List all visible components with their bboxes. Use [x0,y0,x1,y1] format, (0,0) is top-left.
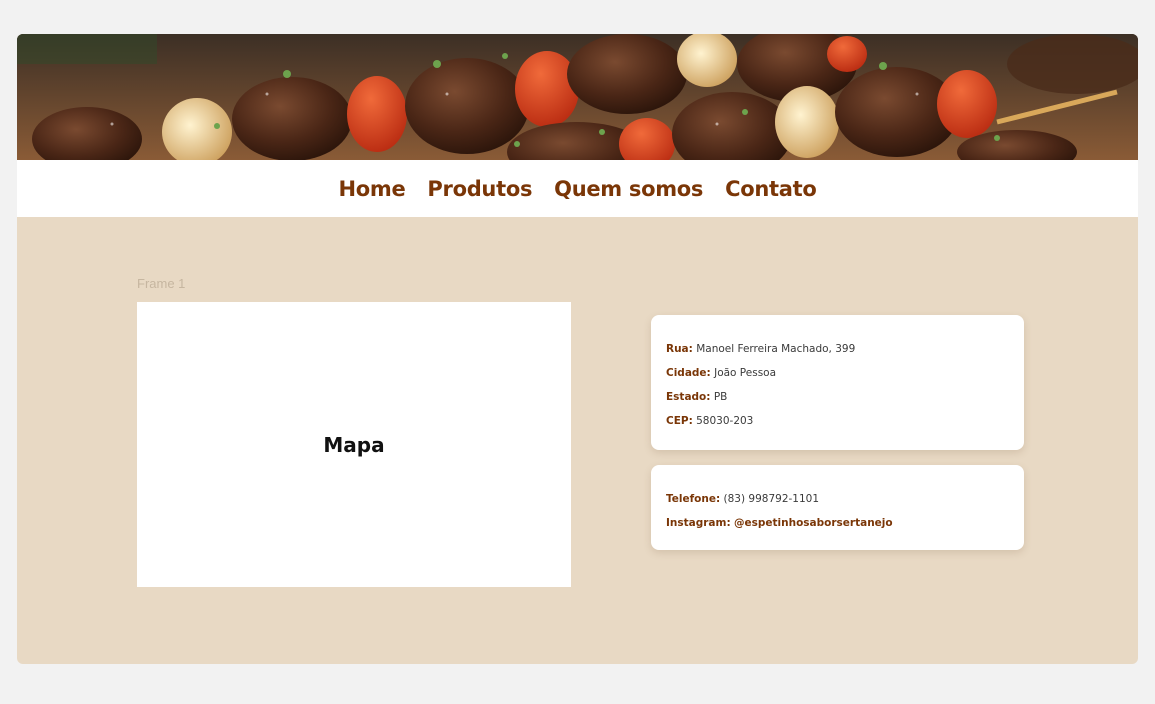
instagram-row: Instagram: @espetinhosaborsertanejo [666,511,1009,535]
phone-key: Telefone: [666,493,721,505]
state-value: PB [713,391,728,403]
state-row: Estado: PB [666,385,1009,409]
nav-produtos-link[interactable]: Produtos [427,177,532,201]
city-key: Cidade: [666,367,711,379]
contact-page-frame: Home Produtos Quem somos Contato Frame 1… [17,34,1138,664]
contact-card: Telefone: (83) 998792-1101 Instagram: @e… [651,465,1024,550]
map-placeholder[interactable]: Mapa [137,302,571,587]
hero-banner [17,34,1138,160]
instagram-link[interactable]: @espetinhosaborsertanejo [734,517,893,529]
address-card: Rua: Manoel Ferreira Machado, 399 Cidade… [651,315,1024,450]
city-value: João Pessoa [714,367,777,379]
street-row: Rua: Manoel Ferreira Machado, 399 [666,337,1009,361]
phone-value: (83) 998792-1101 [723,493,820,505]
street-value: Manoel Ferreira Machado, 399 [696,343,856,355]
nav-contato-link[interactable]: Contato [725,177,817,201]
main-navigation: Home Produtos Quem somos Contato [17,160,1138,217]
frame-label: Frame 1 [137,276,186,291]
instagram-key: Instagram: [666,517,731,529]
map-label: Mapa [323,432,385,457]
zip-value: 58030-203 [696,415,754,427]
nav-quem-somos-link[interactable]: Quem somos [554,177,703,201]
grilled-skewers-image [17,34,1138,160]
zip-row: CEP: 58030-203 [666,409,1009,433]
city-row: Cidade: João Pessoa [666,361,1009,385]
zip-key: CEP: [666,415,693,427]
state-key: Estado: [666,391,711,403]
page: Home Produtos Quem somos Contato Frame 1… [0,0,1155,704]
phone-row: Telefone: (83) 998792-1101 [666,487,1009,511]
nav-home-link[interactable]: Home [338,177,405,201]
street-key: Rua: [666,343,693,355]
